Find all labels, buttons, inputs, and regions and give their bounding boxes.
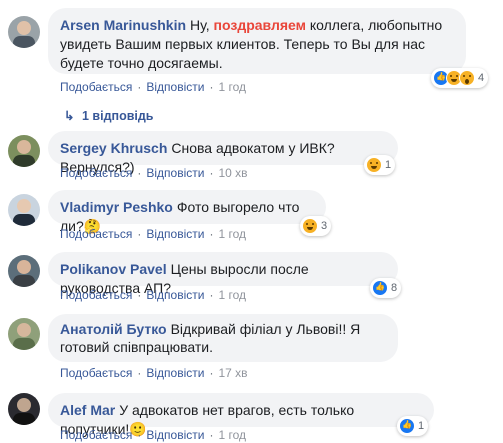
author-name[interactable]: Alef Mar — [60, 402, 115, 418]
avatar[interactable] — [8, 16, 40, 48]
comment-bubble: Polikanov Pavel Цены выросли после руково… — [48, 252, 398, 296]
reaction-summary[interactable]: 8 — [370, 278, 402, 298]
separator-dot: · — [209, 288, 214, 302]
timestamp[interactable]: 1 год — [218, 227, 246, 241]
author-name[interactable]: Анатолій Бутко — [60, 321, 167, 337]
avatar[interactable] — [8, 135, 40, 167]
like-link[interactable]: Подобається — [60, 366, 132, 380]
reply-link[interactable]: Відповісти — [146, 428, 204, 442]
separator-dot: · — [209, 166, 214, 180]
reaction-summary[interactable]: 1 — [364, 155, 396, 175]
reaction-count: 1 — [418, 420, 425, 432]
comment-bubble: Arsen Marinushkin Ну, поздравляем коллега… — [48, 8, 466, 74]
avatar[interactable] — [8, 393, 40, 425]
replies-label: 1 відповідь — [82, 109, 154, 123]
comment-actions: Подобається · Відповісти · 10 хв — [60, 166, 248, 180]
comment-text: Ну, — [190, 17, 210, 33]
timestamp[interactable]: 17 хв — [218, 366, 247, 380]
separator-dot: · — [137, 428, 142, 442]
reply-arrow-icon: ↳ — [64, 109, 75, 123]
comment-bubble: Alef Mar У адвокатов нет врагов, есть тол… — [48, 393, 434, 437]
like-link[interactable]: Подобається — [60, 428, 132, 442]
separator-dot: · — [209, 80, 214, 94]
avatar[interactable] — [8, 255, 40, 287]
like-reaction-icon — [399, 418, 415, 434]
author-name[interactable]: Sergey Khrusch — [60, 140, 167, 156]
comment-bubble: Анатолій Бутко Відкривай філіал у Львові!… — [48, 314, 398, 362]
reaction-count: 8 — [391, 282, 398, 294]
like-link[interactable]: Подобається — [60, 227, 132, 241]
timestamp[interactable]: 1 год — [218, 428, 246, 442]
like-reaction-icon — [372, 280, 388, 296]
author-name[interactable]: Vladimyr Peshko — [60, 199, 173, 215]
wow-reaction-icon — [459, 70, 475, 86]
comment-actions: Подобається · Відповісти · 1 год — [60, 288, 246, 302]
separator-dot: · — [137, 80, 142, 94]
like-link[interactable]: Подобається — [60, 80, 132, 94]
avatar[interactable] — [8, 194, 40, 226]
separator-dot: · — [137, 227, 142, 241]
reply-link[interactable]: Відповісти — [146, 166, 204, 180]
reaction-summary[interactable]: 1 — [397, 416, 429, 436]
reply-link[interactable]: Відповісти — [146, 366, 204, 380]
haha-reaction-icon — [302, 218, 318, 234]
like-link[interactable]: Подобається — [60, 166, 132, 180]
author-name[interactable]: Arsen Marinushkin — [60, 17, 186, 33]
separator-dot: · — [137, 288, 142, 302]
comment-actions: Подобається · Відповісти · 1 год — [60, 428, 246, 442]
separator-dot: · — [209, 366, 214, 380]
highlighted-word: поздравляем — [213, 17, 306, 33]
comment-actions: Подобається · Відповісти · 1 год — [60, 227, 246, 241]
separator-dot: · — [137, 166, 142, 180]
reply-link[interactable]: Відповісти — [146, 80, 204, 94]
reaction-count: 4 — [478, 72, 485, 84]
haha-reaction-icon — [366, 157, 382, 173]
reaction-summary[interactable]: 4 — [431, 68, 489, 88]
timestamp[interactable]: 1 год — [218, 80, 246, 94]
comment-bubble: Sergey Khrusch Снова адвокатом у ИВК? Вер… — [48, 131, 398, 175]
like-link[interactable]: Подобається — [60, 288, 132, 302]
avatar[interactable] — [8, 318, 40, 350]
separator-dot: · — [209, 227, 214, 241]
author-name[interactable]: Polikanov Pavel — [60, 261, 167, 277]
comment-bubble: Vladimyr Peshko Фото выгорело что ли?🤔 — [48, 190, 326, 234]
view-replies-link[interactable]: ↳ 1 відповідь — [64, 108, 153, 123]
reaction-count: 1 — [385, 159, 392, 171]
reaction-count: 3 — [321, 220, 328, 232]
separator-dot: · — [137, 366, 142, 380]
reply-link[interactable]: Відповісти — [146, 227, 204, 241]
separator-dot: · — [209, 428, 214, 442]
comment-actions: Подобається · Відповісти · 1 год — [60, 80, 246, 94]
comment-actions: Подобається · Відповісти · 17 хв — [60, 366, 248, 380]
timestamp[interactable]: 1 год — [218, 288, 246, 302]
reaction-summary[interactable]: 3 — [300, 216, 332, 236]
timestamp[interactable]: 10 хв — [218, 166, 247, 180]
reply-link[interactable]: Відповісти — [146, 288, 204, 302]
